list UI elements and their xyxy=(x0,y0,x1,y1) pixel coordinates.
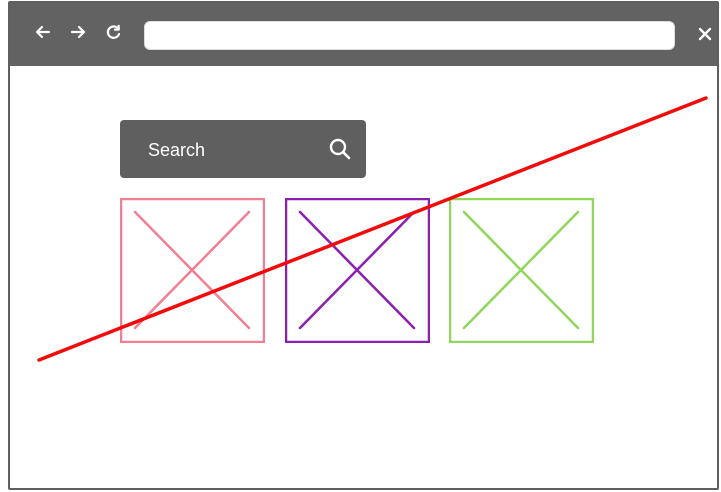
browser-window: Search xyxy=(8,1,719,490)
browser-toolbar xyxy=(10,3,717,66)
image-placeholder-pink xyxy=(120,198,265,343)
image-placeholder-purple xyxy=(285,198,430,343)
reload-icon[interactable] xyxy=(101,19,127,45)
image-placeholder-green xyxy=(449,198,594,343)
arrow-left-icon[interactable] xyxy=(30,19,56,45)
address-bar[interactable] xyxy=(144,21,675,50)
close-icon[interactable] xyxy=(693,22,717,46)
search-icon[interactable] xyxy=(327,136,353,162)
search-box[interactable]: Search xyxy=(120,120,366,178)
arrow-right-icon[interactable] xyxy=(65,19,91,45)
search-label: Search xyxy=(148,140,206,160)
